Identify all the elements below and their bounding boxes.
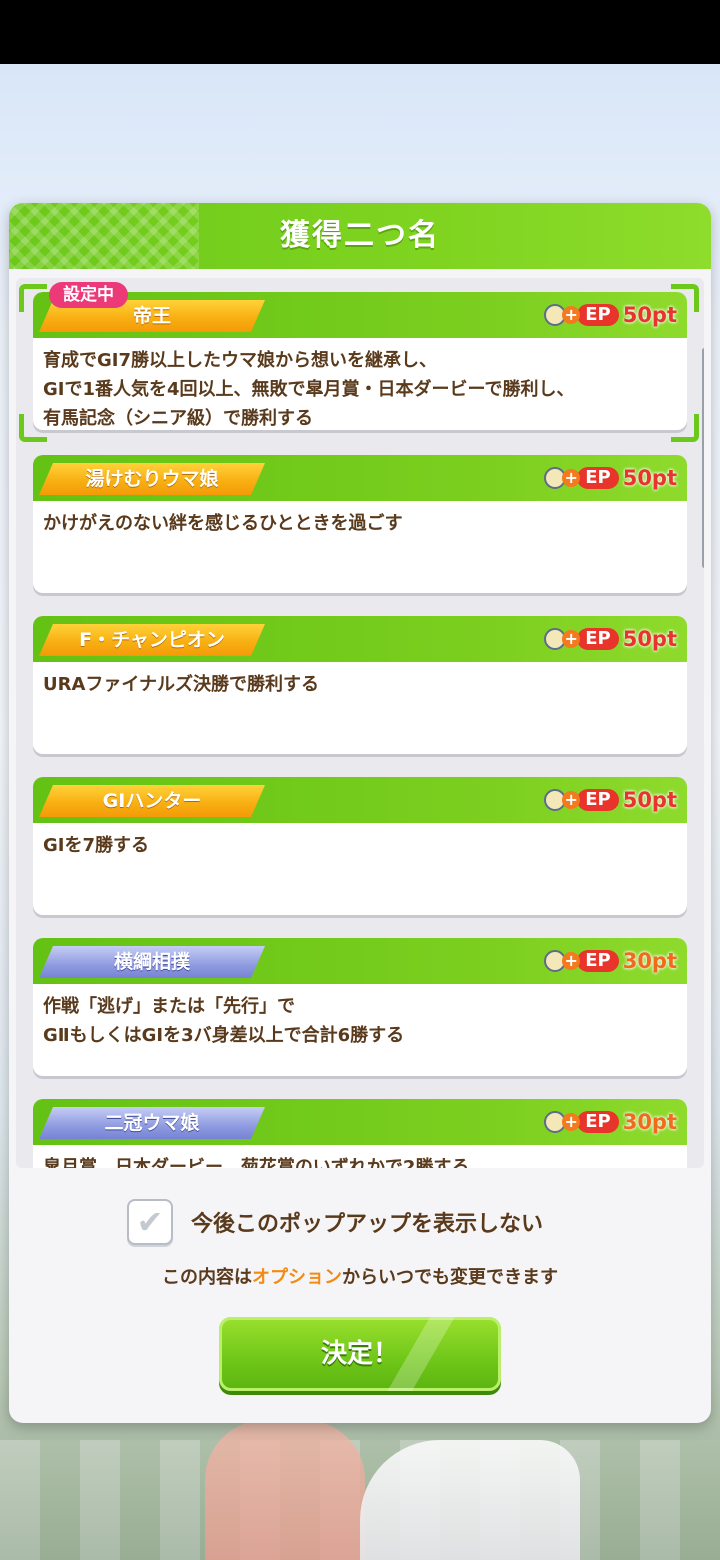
selected-frame [19, 284, 699, 442]
confirm-button[interactable]: 決定！ [219, 1317, 501, 1391]
plus-icon: + [562, 1113, 581, 1131]
ep-label: EP [577, 467, 619, 489]
ep-points: 30pt [622, 949, 677, 973]
frame-corner [671, 414, 699, 442]
background-character [205, 1420, 365, 1560]
title-card[interactable]: GⅠハンター + EP 50pt GⅠを7勝する [33, 777, 687, 915]
card-header: F・チャンピオン + EP 50pt [33, 616, 687, 662]
ep-reward: + EP 30pt [544, 947, 677, 975]
title-name: 湯けむりウマ娘 [39, 463, 265, 495]
title-dialog: 獲得二つ名 帝王 + EP 50pt 育成でGⅠ7勝以上したウマ娘から想いを継承… [9, 203, 711, 1423]
ep-points: 50pt [622, 627, 677, 651]
card-header: 湯けむりウマ娘 + EP 50pt [33, 455, 687, 501]
title-name: 二冠ウマ娘 [39, 1107, 265, 1139]
options-link: オプション [252, 1267, 342, 1288]
title-name: 横綱相撲 [39, 946, 265, 978]
ep-label: EP [577, 789, 619, 811]
dialog-header: 獲得二つ名 [9, 203, 711, 269]
current-setting-badge: 設定中 [49, 282, 128, 308]
ep-points: 50pt [622, 788, 677, 812]
checkbox-label: 今後このポップアップを表示しない [191, 1212, 544, 1237]
title-card[interactable]: 湯けむりウマ娘 + EP 50pt かけがえのない絆を感じるひとときを過ごす [33, 455, 687, 593]
title-card[interactable]: 二冠ウマ娘 + EP 30pt 皐月賞、日本ダービー、菊花賞のいずれかで2勝する [33, 1099, 687, 1168]
title-name: GⅠハンター [39, 785, 265, 817]
ep-points: 30pt [622, 1110, 677, 1134]
ep-label: EP [577, 1111, 619, 1133]
ep-reward: + EP 50pt [544, 786, 677, 814]
title-description: GⅠを7勝する [43, 835, 149, 856]
scrollbar-thumb[interactable] [702, 348, 704, 568]
ep-label: EP [577, 628, 619, 650]
dont-show-again-checkbox[interactable]: ✔ [127, 1199, 173, 1245]
frame-corner [19, 414, 47, 442]
title-card[interactable]: F・チャンピオン + EP 50pt URAファイナルズ決勝で勝利する [33, 616, 687, 754]
card-header: 横綱相撲 + EP 30pt [33, 938, 687, 984]
title-description: URAファイナルズ決勝で勝利する [43, 674, 320, 695]
note-prefix: この内容は [162, 1267, 252, 1288]
ep-label: EP [577, 950, 619, 972]
frame-corner [671, 284, 699, 312]
status-bar [0, 0, 720, 64]
ep-reward: + EP 50pt [544, 625, 677, 653]
background-character-dress [360, 1440, 580, 1560]
card-header: GⅠハンター + EP 50pt [33, 777, 687, 823]
title-card[interactable]: 横綱相撲 + EP 30pt 作戦「逃げ」または「先行」で GⅡもしくはGⅠを3… [33, 938, 687, 1076]
note-suffix: からいつでも変更できます [342, 1267, 558, 1288]
card-header: 二冠ウマ娘 + EP 30pt [33, 1099, 687, 1145]
title-name: F・チャンピオン [39, 624, 265, 656]
plus-icon: + [562, 469, 581, 487]
frame-corner [19, 284, 47, 312]
confirm-label: 決定！ [320, 1339, 399, 1369]
plus-icon: + [562, 630, 581, 648]
dialog-title: 獲得二つ名 [280, 218, 440, 253]
title-description: かけがえのない絆を感じるひとときを過ごす [43, 513, 403, 534]
plus-icon: + [562, 952, 581, 970]
plus-icon: + [562, 791, 581, 809]
ep-points: 50pt [622, 466, 677, 490]
ep-reward: + EP 30pt [544, 1108, 677, 1136]
title-description: 作戦「逃げ」または「先行」で GⅡもしくはGⅠを3バ身差以上で合計6勝する [43, 996, 405, 1046]
option-note: この内容はオプションからいつでも変更できます [9, 1263, 711, 1289]
dont-show-again-row[interactable]: ✔ 今後このポップアップを表示しない [127, 1197, 543, 1247]
title-description: 皐月賞、日本ダービー、菊花賞のいずれかで2勝する [43, 1157, 470, 1168]
ep-reward: + EP 50pt [544, 464, 677, 492]
plus-icon: + [562, 306, 581, 324]
